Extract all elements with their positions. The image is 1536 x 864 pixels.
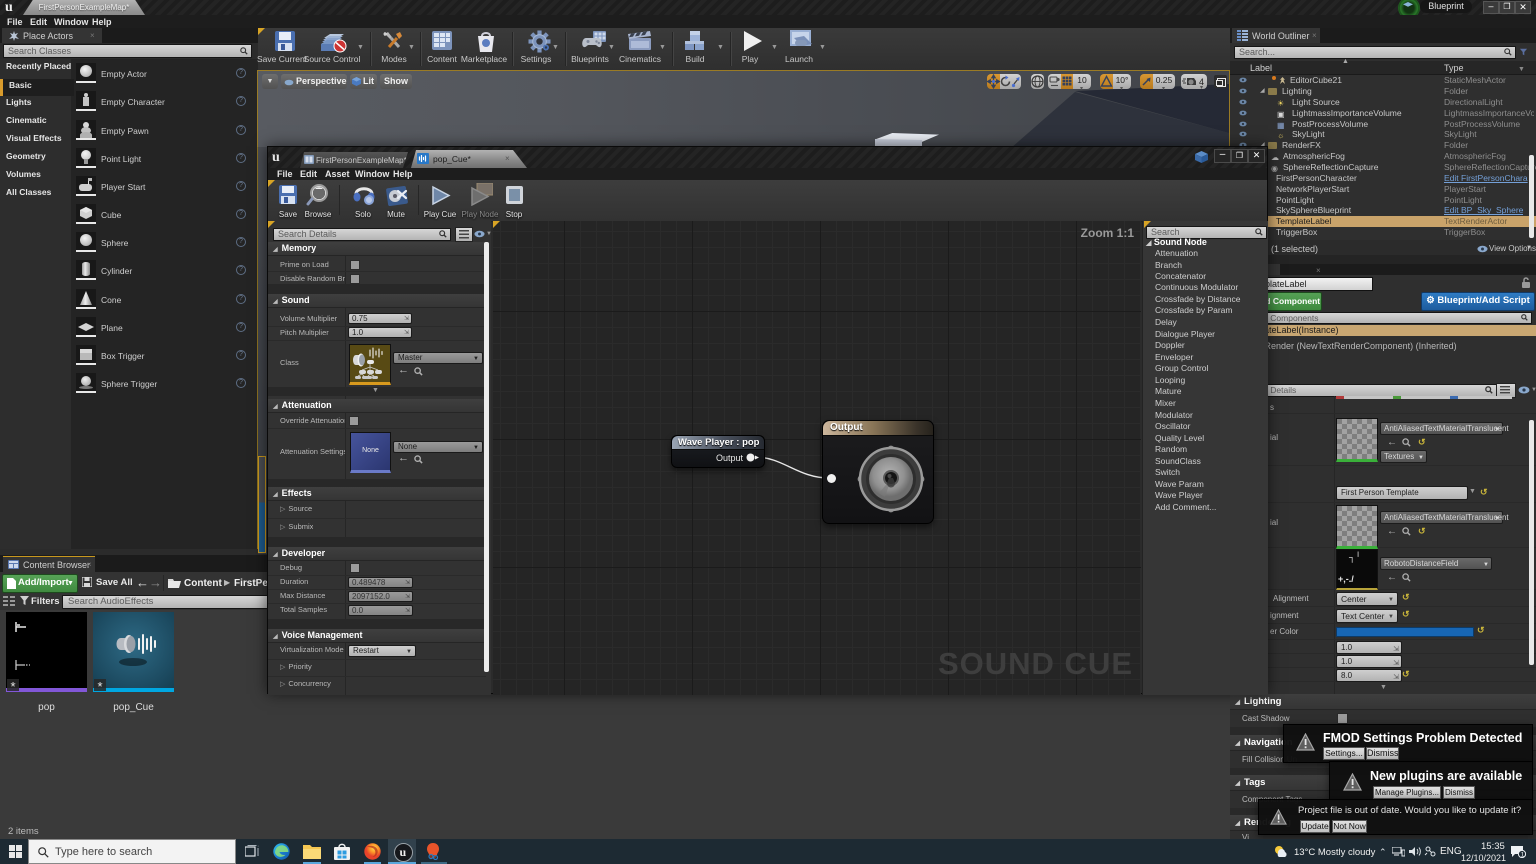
svg-text:▾: ▾	[1200, 85, 1203, 89]
svg-text:1: 1	[1521, 852, 1525, 858]
